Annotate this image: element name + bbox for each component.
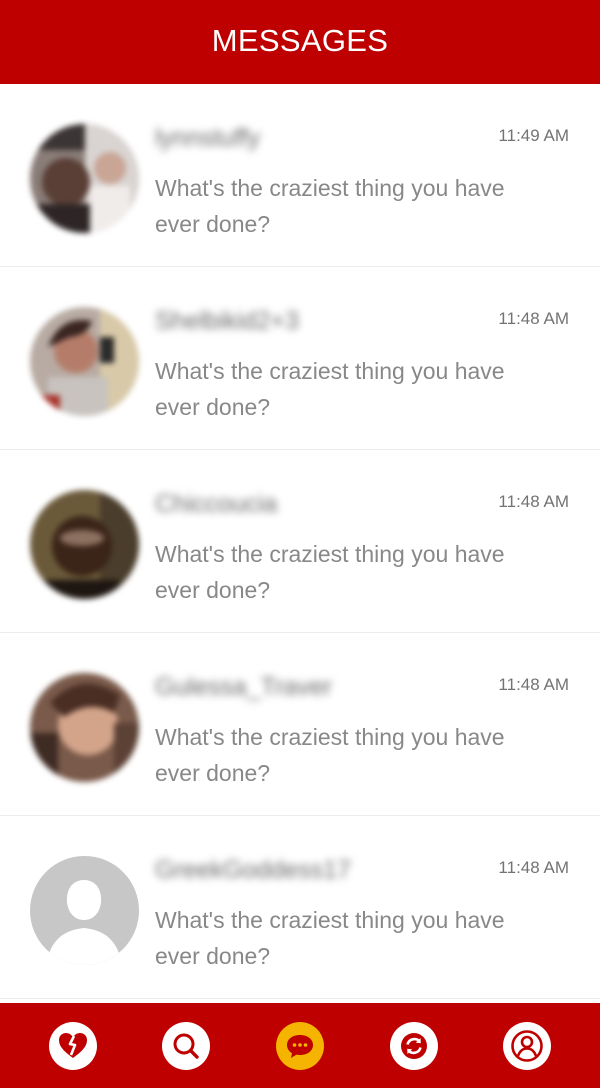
avatar bbox=[30, 490, 139, 599]
avatar bbox=[30, 124, 139, 233]
chat-icon bbox=[286, 1034, 313, 1058]
message-time: 11:48 AM bbox=[498, 492, 569, 511]
message-time: 11:48 AM bbox=[498, 858, 569, 877]
default-avatar-icon bbox=[30, 856, 139, 965]
contact-name: lynnstuffy bbox=[155, 124, 261, 152]
conversation-row[interactable]: GreekGoddess17 11:48 AM What's the crazi… bbox=[0, 816, 600, 999]
refresh-icon bbox=[400, 1032, 427, 1059]
search-icon bbox=[173, 1033, 200, 1059]
conversation-row[interactable]: Shelbikid2+3 11:48 AM What's the crazies… bbox=[0, 267, 600, 450]
nav-messages-button[interactable] bbox=[275, 1021, 324, 1070]
nav-matches-button[interactable] bbox=[48, 1021, 97, 1070]
contact-name: Shelbikid2+3 bbox=[155, 307, 299, 335]
message-preview: What's the craziest thing you have ever … bbox=[155, 358, 505, 420]
avatar bbox=[30, 673, 139, 782]
message-preview: What's the craziest thing you have ever … bbox=[155, 541, 505, 603]
page-title: MESSAGES bbox=[211, 22, 389, 58]
bottom-nav bbox=[0, 1003, 600, 1088]
nav-search-button[interactable] bbox=[162, 1021, 211, 1070]
conversation-row[interactable]: lynnstuffy 11:49 AM What's the craziest … bbox=[0, 84, 600, 267]
avatar bbox=[30, 307, 139, 416]
nav-refresh-button[interactable] bbox=[389, 1021, 438, 1070]
message-time: 11:48 AM bbox=[498, 675, 569, 694]
nav-profile-button[interactable] bbox=[503, 1021, 552, 1070]
contact-name: Chiccoucia bbox=[155, 490, 278, 518]
conversation-row[interactable]: Chiccoucia 11:48 AM What's the craziest … bbox=[0, 450, 600, 633]
app-header: MESSAGES bbox=[0, 0, 600, 84]
message-list: lynnstuffy 11:49 AM What's the craziest … bbox=[0, 84, 600, 1003]
message-preview: What's the craziest thing you have ever … bbox=[155, 175, 505, 237]
message-preview: What's the craziest thing you have ever … bbox=[155, 724, 505, 786]
contact-name: GreekGoddess17 bbox=[155, 856, 351, 884]
broken-heart-icon bbox=[58, 1032, 87, 1058]
message-preview: What's the craziest thing you have ever … bbox=[155, 907, 505, 969]
conversation-row[interactable]: Gulessa_Traver 11:48 AM What's the crazi… bbox=[0, 633, 600, 816]
message-time: 11:49 AM bbox=[498, 126, 569, 145]
contact-name: Gulessa_Traver bbox=[155, 673, 332, 701]
message-time: 11:48 AM bbox=[498, 309, 569, 328]
profile-icon bbox=[511, 1029, 543, 1062]
